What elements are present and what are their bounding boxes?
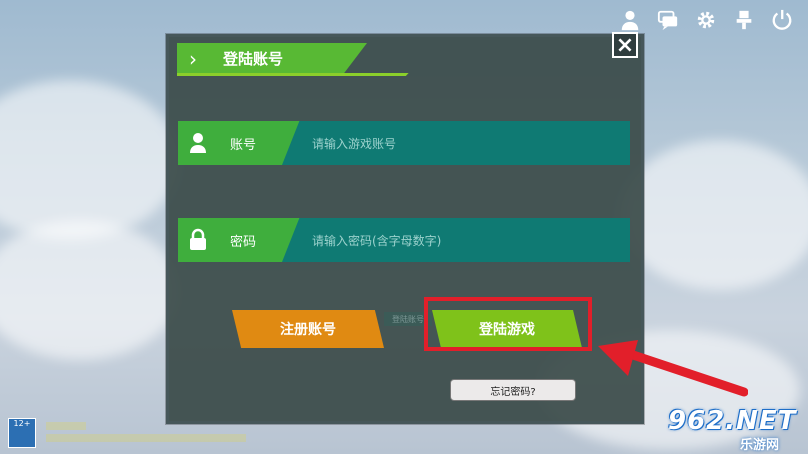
chevron-right-icon: › xyxy=(189,47,197,71)
footer-notice xyxy=(46,420,246,442)
cloud-right xyxy=(620,140,808,290)
forgot-password-button[interactable]: 忘记密码? xyxy=(450,379,576,401)
age-rating-badge: 12+ xyxy=(8,418,36,448)
close-button[interactable]: × xyxy=(612,32,638,58)
settings-icon[interactable] xyxy=(694,8,718,32)
page-title: 登陆账号 xyxy=(223,50,284,68)
account-label-box: 账号 xyxy=(178,121,302,165)
title-bar: › 登陆账号 xyxy=(177,43,437,76)
age-rating-text: 12+ xyxy=(13,419,31,428)
password-field: 密码 请输入密码(含字母数字) xyxy=(178,218,630,262)
account-field: 账号 请输入游戏账号 xyxy=(178,121,630,165)
password-input[interactable]: 请输入密码(含字母数字) xyxy=(282,218,630,262)
footer-line-1 xyxy=(46,422,86,430)
cloud-left xyxy=(0,80,180,240)
red-arrow xyxy=(598,340,748,397)
watermark-sub: 乐游网 xyxy=(740,438,780,453)
register-button[interactable]: 注册账号 xyxy=(232,310,384,348)
highlight-box xyxy=(424,297,592,351)
upload-icon[interactable] xyxy=(732,8,756,32)
watermark-brand: 962.NET xyxy=(668,406,797,436)
watermark-logo: 962.NET 乐游网 xyxy=(668,406,804,453)
password-label-box: 密码 xyxy=(178,218,302,262)
account-label: 账号 xyxy=(230,137,257,153)
footer-line-2 xyxy=(46,434,246,442)
chat-icon[interactable] xyxy=(656,8,680,32)
cloud-left-lower xyxy=(0,220,180,360)
password-label: 密码 xyxy=(230,234,257,250)
lock-icon xyxy=(190,228,206,250)
profile-icon[interactable] xyxy=(618,8,642,32)
power-icon[interactable] xyxy=(770,8,794,32)
account-input[interactable]: 请输入游戏账号 xyxy=(282,121,630,165)
user-icon xyxy=(190,133,206,153)
top-toolbar xyxy=(618,8,794,32)
